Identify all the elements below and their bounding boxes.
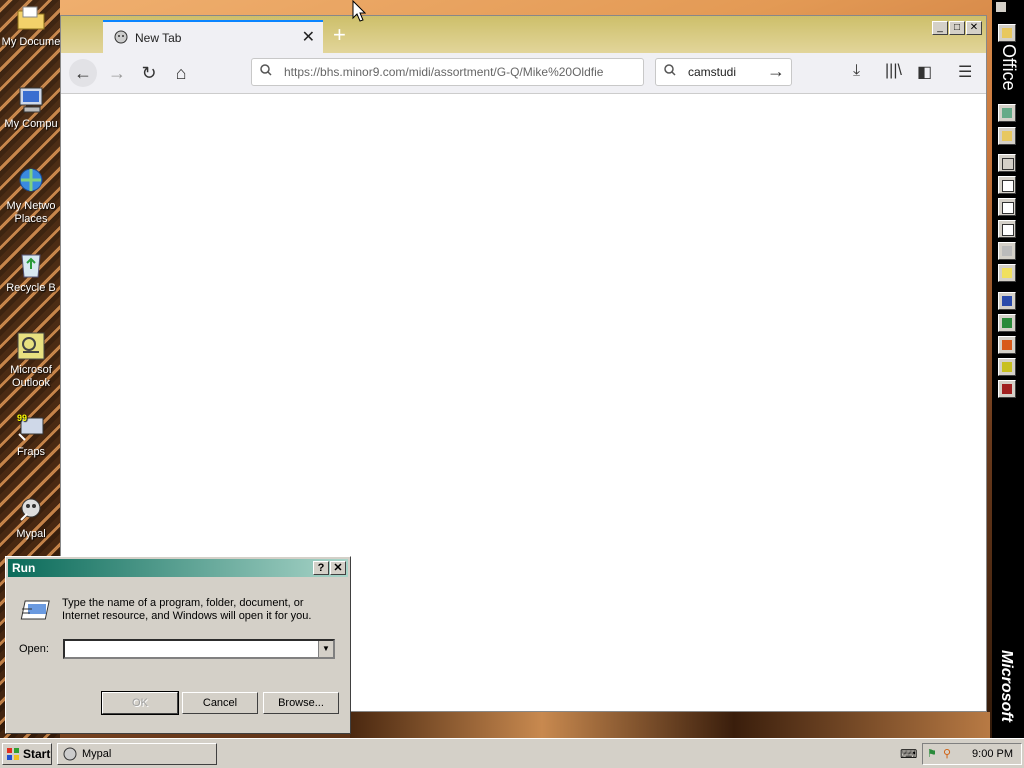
reload-icon[interactable]: ↻ — [135, 59, 163, 87]
tab-new-tab[interactable]: New Tab ✕ — [103, 20, 323, 53]
clock: 9:00 PM — [972, 748, 1013, 760]
search-input[interactable]: camstudi — [688, 65, 736, 79]
navigation-toolbar: ← → ↻ ⌂ https://bhs.minor9.com/midi/asso… — [61, 53, 986, 94]
url-text: https://bhs.minor9.com/midi/assortment/G… — [284, 65, 604, 79]
desktop-icon-my-documents[interactable]: My Docume — [0, 2, 62, 49]
maximize-button[interactable]: □ — [949, 21, 965, 35]
desktop-icon-label: Mypal — [16, 528, 46, 540]
open-label: Open: — [19, 643, 49, 655]
search-icon — [260, 64, 272, 76]
start-label: Start — [23, 747, 51, 761]
open-office-document-icon[interactable] — [998, 127, 1016, 145]
desktop-icon-recycle-bin[interactable]: Recycle B — [0, 248, 62, 295]
run-dialog-title: Run — [12, 561, 36, 575]
search-bar[interactable]: camstudi → — [655, 58, 792, 86]
desktop-icon-outlook[interactable]: Microsof Outlook — [0, 330, 62, 390]
forward-icon[interactable]: → — [103, 59, 131, 87]
office-folder-icon[interactable] — [998, 24, 1016, 42]
run-description: Type the name of a program, folder, docu… — [62, 597, 312, 622]
new-tab-button[interactable]: + — [333, 22, 346, 48]
download-icon[interactable]: ⤓ — [853, 62, 860, 80]
minimize-button[interactable]: _ — [932, 21, 948, 35]
mypal-favicon-icon — [114, 30, 128, 44]
ok-button[interactable]: OK — [101, 691, 179, 715]
new-message-icon[interactable] — [998, 154, 1016, 172]
desktop-icon-network-places[interactable]: My Netwo Places — [0, 166, 62, 226]
powerpoint-icon[interactable] — [998, 336, 1016, 354]
desktop-icon-label: My Netwo Places — [6, 200, 56, 225]
cancel-button[interactable]: Cancel — [182, 692, 258, 714]
mouse-cursor-icon — [352, 0, 366, 22]
microsoft-brand: Microsoft — [998, 650, 1015, 722]
new-appointment-icon[interactable] — [998, 176, 1016, 194]
start-button[interactable]: Start — [2, 743, 52, 765]
new-office-document-icon[interactable] — [998, 104, 1016, 122]
tab-bar: New Tab ✕ + _ □ ✕ — [61, 16, 986, 53]
mypal-icon — [63, 747, 77, 761]
url-bar[interactable]: https://bhs.minor9.com/midi/assortment/G… — [251, 58, 644, 86]
window-controls: _ □ ✕ — [932, 21, 982, 35]
windows-logo-icon — [7, 748, 19, 760]
browse-button[interactable]: Browse... — [263, 692, 339, 714]
keyboard-icon[interactable]: ⌨ — [900, 747, 917, 761]
search-icon — [664, 64, 676, 76]
desktop-icon-label: Fraps — [16, 446, 46, 458]
library-icon[interactable]: |||\ — [885, 62, 902, 80]
folder-documents-icon — [17, 6, 45, 30]
run-icon — [20, 600, 50, 620]
recycle-bin-icon — [21, 254, 41, 278]
word-icon[interactable] — [998, 292, 1016, 310]
menu-icon[interactable]: ☰ — [958, 62, 972, 82]
tab-title: New Tab — [135, 31, 182, 45]
taskbar: Start Mypal ⌨ ⚑ ⚲ 9:00 PM — [0, 738, 1024, 768]
sidebar-icon[interactable]: ◧ — [917, 62, 932, 82]
excel-icon[interactable] — [998, 314, 1016, 332]
tray-search-icon[interactable]: ⚲ — [943, 747, 951, 760]
run-dialog: Run ? ✕ Type the name of a program, fold… — [5, 556, 351, 734]
taskbar-item-label: Mypal — [82, 748, 112, 760]
outlook-shortcut-icon[interactable] — [998, 358, 1016, 376]
new-journal-entry-icon[interactable] — [998, 242, 1016, 260]
desktop-icon-label: My Docume — [1, 36, 61, 48]
new-note-icon[interactable] — [998, 264, 1016, 282]
close-window-button[interactable]: ✕ — [966, 21, 982, 35]
fraps-icon: 99 — [17, 413, 44, 441]
svg-text:99: 99 — [17, 413, 27, 423]
system-tray: ⚑ ⚲ 9:00 PM — [922, 743, 1022, 765]
chevron-down-icon[interactable]: ▼ — [318, 641, 333, 657]
close-button[interactable]: ✕ — [330, 561, 346, 575]
outlook-icon — [17, 332, 45, 360]
back-icon[interactable]: ← — [69, 59, 97, 87]
office-bar-title: Office — [999, 44, 1019, 91]
desktop-wallpaper-strip — [350, 712, 990, 738]
desktop-icon-my-computer[interactable]: My Compu — [0, 84, 62, 131]
help-button[interactable]: ? — [313, 561, 329, 575]
desktop-icon-mypal[interactable]: Mypal — [0, 494, 62, 541]
search-go-icon[interactable]: → — [767, 61, 785, 82]
taskbar-item-mypal[interactable]: Mypal — [57, 743, 217, 765]
desktop-icon-label: My Compu — [4, 118, 58, 130]
access-icon[interactable] — [998, 380, 1016, 398]
desktop-icon-label: Microsof Outlook — [10, 364, 52, 389]
tray-network-icon[interactable]: ⚑ — [927, 747, 937, 760]
desktop-icon-label: Recycle B — [6, 282, 56, 294]
office-bar-menu-icon[interactable] — [996, 2, 1006, 12]
tab-close-icon[interactable]: ✕ — [302, 27, 315, 47]
mypal-icon — [20, 498, 41, 521]
office-shortcut-bar: Office Microsoft — [992, 0, 1024, 738]
run-dialog-titlebar[interactable]: Run ? ✕ — [8, 559, 348, 577]
new-contact-icon[interactable] — [998, 220, 1016, 238]
open-combobox[interactable]: ▼ — [63, 639, 335, 659]
network-icon — [19, 168, 43, 192]
desktop-icon-fraps[interactable]: 99 Fraps — [0, 412, 62, 459]
new-task-icon[interactable] — [998, 198, 1016, 216]
home-icon[interactable]: ⌂ — [167, 59, 195, 87]
computer-icon — [19, 87, 43, 113]
